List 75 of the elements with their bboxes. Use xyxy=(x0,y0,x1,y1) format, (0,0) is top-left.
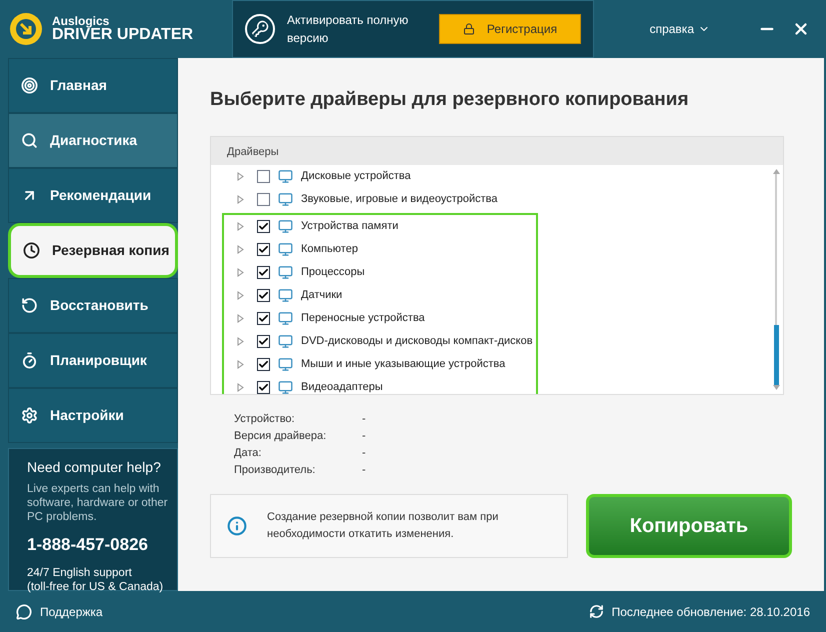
register-button[interactable]: Регистрация xyxy=(439,14,581,44)
device-icon xyxy=(278,192,293,206)
checkbox[interactable] xyxy=(257,220,270,232)
device-category[interactable]: DVD-дисководы и дисководы компакт-дисков xyxy=(301,332,533,350)
chat-icon xyxy=(16,604,32,620)
checkbox[interactable] xyxy=(257,312,270,324)
device-category[interactable]: Мыши и иные указывающие устройства xyxy=(301,356,506,372)
help-title: Need computer help? xyxy=(27,458,162,477)
refresh-icon xyxy=(588,604,604,619)
lock-icon xyxy=(462,23,475,35)
detail-value: - xyxy=(362,428,366,444)
copy-button[interactable]: Копировать xyxy=(586,494,792,558)
help-text: Live experts can help with software, hardware or other PC problems. xyxy=(27,482,169,524)
checkbox[interactable] xyxy=(257,242,270,256)
support-link[interactable]: Поддержка xyxy=(16,602,103,620)
device-icon xyxy=(278,380,293,394)
device-icon xyxy=(278,264,293,280)
sidebar-item[interactable]: Восстановить xyxy=(8,278,178,333)
sidebar-item[interactable]: Рекомендации xyxy=(8,168,178,223)
device-category[interactable]: Устройства памяти xyxy=(301,218,398,234)
checkbox[interactable] xyxy=(257,334,270,348)
brand-name: Auslogics xyxy=(52,15,110,27)
device-icon xyxy=(278,310,293,326)
device-category[interactable]: Датчики xyxy=(301,286,342,304)
clock-icon xyxy=(23,242,40,259)
sidebar-item[interactable]: Главная xyxy=(8,58,178,113)
last-update: Последнее обновление: 28.10.2016 xyxy=(612,604,810,620)
sidebar-item[interactable]: Планировщик xyxy=(8,333,178,388)
checkbox[interactable] xyxy=(257,192,270,206)
device-icon xyxy=(278,288,293,302)
support-note: (toll-free for US & Canada) xyxy=(27,580,164,594)
scroll-up-icon[interactable] xyxy=(772,168,780,174)
device-category[interactable]: Видеоадаптеры xyxy=(301,378,383,394)
target-icon xyxy=(21,77,38,94)
device-icon xyxy=(278,242,293,256)
sidebar-item[interactable]: Диагностика xyxy=(8,113,178,168)
activation-text: Активировать полную версию xyxy=(287,12,410,47)
checkbox[interactable] xyxy=(257,380,270,394)
device-category[interactable]: Процессоры xyxy=(301,264,365,280)
list-header: Драйверы xyxy=(211,136,783,164)
info-text: Создание резервной копии позволит вам при необходимости откатить изменения. xyxy=(267,510,500,542)
checkbox[interactable] xyxy=(257,266,270,278)
checkbox[interactable] xyxy=(257,170,270,182)
detail-value: - xyxy=(362,412,366,426)
sidebar-item[interactable]: Резервная копия xyxy=(8,223,178,278)
info-icon xyxy=(227,516,247,536)
settings-icon xyxy=(21,407,38,424)
detail-label: Производитель: xyxy=(234,462,316,478)
page-heading: Выберите драйверы для резервного копирования xyxy=(210,88,690,112)
device-icon xyxy=(278,168,293,184)
detail-label: Дата: xyxy=(234,446,262,460)
search-icon xyxy=(21,132,38,149)
help-menu[interactable]: справка xyxy=(650,20,710,38)
detail-label: Устройство: xyxy=(234,412,296,426)
phone-number: 1-888-457-0826 xyxy=(27,534,149,556)
detail-value: - xyxy=(362,462,366,478)
scroll-down-icon[interactable] xyxy=(772,384,780,390)
timer-icon xyxy=(21,352,38,369)
device-category[interactable]: Дисковые устройства xyxy=(301,168,411,184)
support-hours: 24/7 English support xyxy=(27,566,133,580)
undo-icon xyxy=(21,297,38,314)
checkbox[interactable] xyxy=(257,288,270,302)
sidebar-item[interactable]: Настройки xyxy=(8,388,178,443)
key-icon xyxy=(245,14,275,44)
device-icon xyxy=(278,356,293,372)
device-icon xyxy=(278,218,293,234)
logo-icon xyxy=(8,11,44,47)
checkbox[interactable] xyxy=(257,358,270,370)
product-name: DRIVER UPDATER xyxy=(52,27,194,43)
device-category[interactable]: Звуковые, игровые и видеоустройства xyxy=(301,190,498,208)
device-category[interactable]: Переносные устройства xyxy=(301,310,425,326)
device-icon xyxy=(278,334,293,348)
detail-value: - xyxy=(362,446,366,460)
detail-label: Версия драйвера: xyxy=(234,428,328,444)
device-category[interactable]: Компьютер xyxy=(301,240,358,258)
